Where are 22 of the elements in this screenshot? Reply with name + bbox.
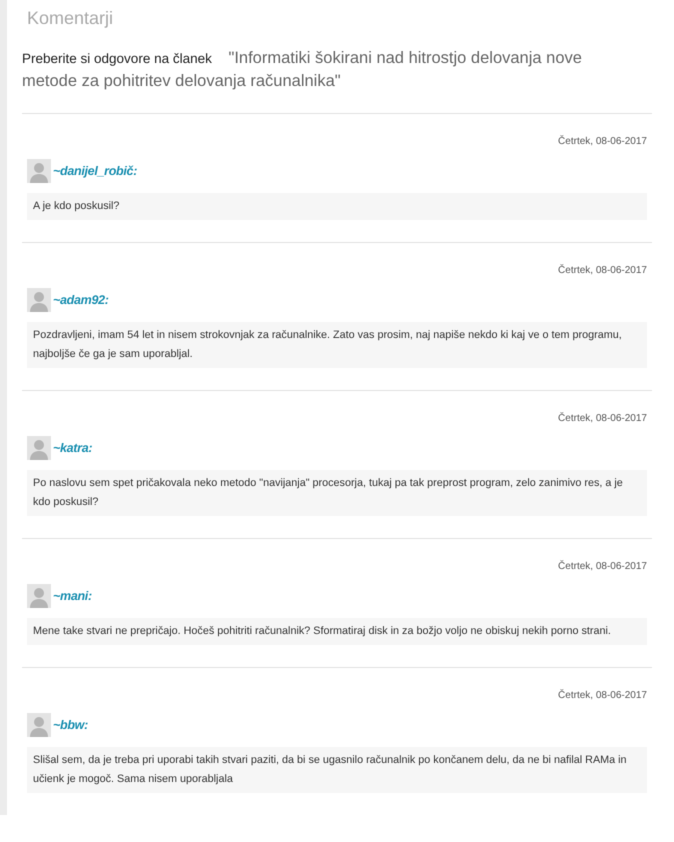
comment-author: ~katra:	[53, 441, 92, 455]
comment-text: Po naslovu sem spet pričakovala neko metodo "navijanja" procesorja, tukaj pa tak preprost program, zelo zanimivo res, a je kdo poskusil?	[27, 470, 647, 516]
comment-author: ~adam92:	[53, 293, 109, 307]
avatar-icon	[27, 159, 51, 183]
comment-author: ~danijel_robič:	[53, 164, 138, 178]
avatar-icon	[27, 713, 51, 737]
section-heading: Komentarji	[27, 8, 114, 29]
avatar-icon	[27, 584, 51, 608]
comment-text: A je kdo poskusil?	[27, 193, 647, 220]
comment-text: Slišal sem, da je treba pri uporabi takih stvari paziti, da bi se ugasnilo računalnik po končanem delu, da ne bi nafilal RAMa in učienk je mogoč. Sama nisem uporabljala	[27, 747, 647, 793]
comment-author: ~bbw:	[53, 718, 88, 732]
comment-date: Četrtek, 08-06-2017	[557, 265, 647, 276]
comment-date: Četrtek, 08-06-2017	[557, 690, 647, 701]
comment-date: Četrtek, 08-06-2017	[557, 561, 647, 572]
intro-text: Preberite si odgovore na članek "Informatiki šokirani nad hitrostjo delovanja nove metode za pohitritev delovanja računalnika"	[22, 48, 583, 92]
comment-text: Pozdravljeni, imam 54 let in nisem strokovnjak za računalnike. Zato vas prosim, naj napiše nekdo ki kaj ve o tem programu, najboljše če ga je sam uporabljal.	[27, 322, 647, 368]
avatar-icon	[27, 288, 51, 312]
comment-author: ~mani:	[53, 589, 92, 603]
comment-date: Četrtek, 08-06-2017	[557, 413, 647, 424]
avatar-icon	[27, 436, 51, 460]
comment-date: Četrtek, 08-06-2017	[557, 136, 647, 147]
comment-text: Mene take stvari ne prepričajo. Hočeš pohitriti računalnik? Sformatiraj disk in za božjo voljo ne obiskuj nekih porno strani.	[27, 618, 647, 645]
